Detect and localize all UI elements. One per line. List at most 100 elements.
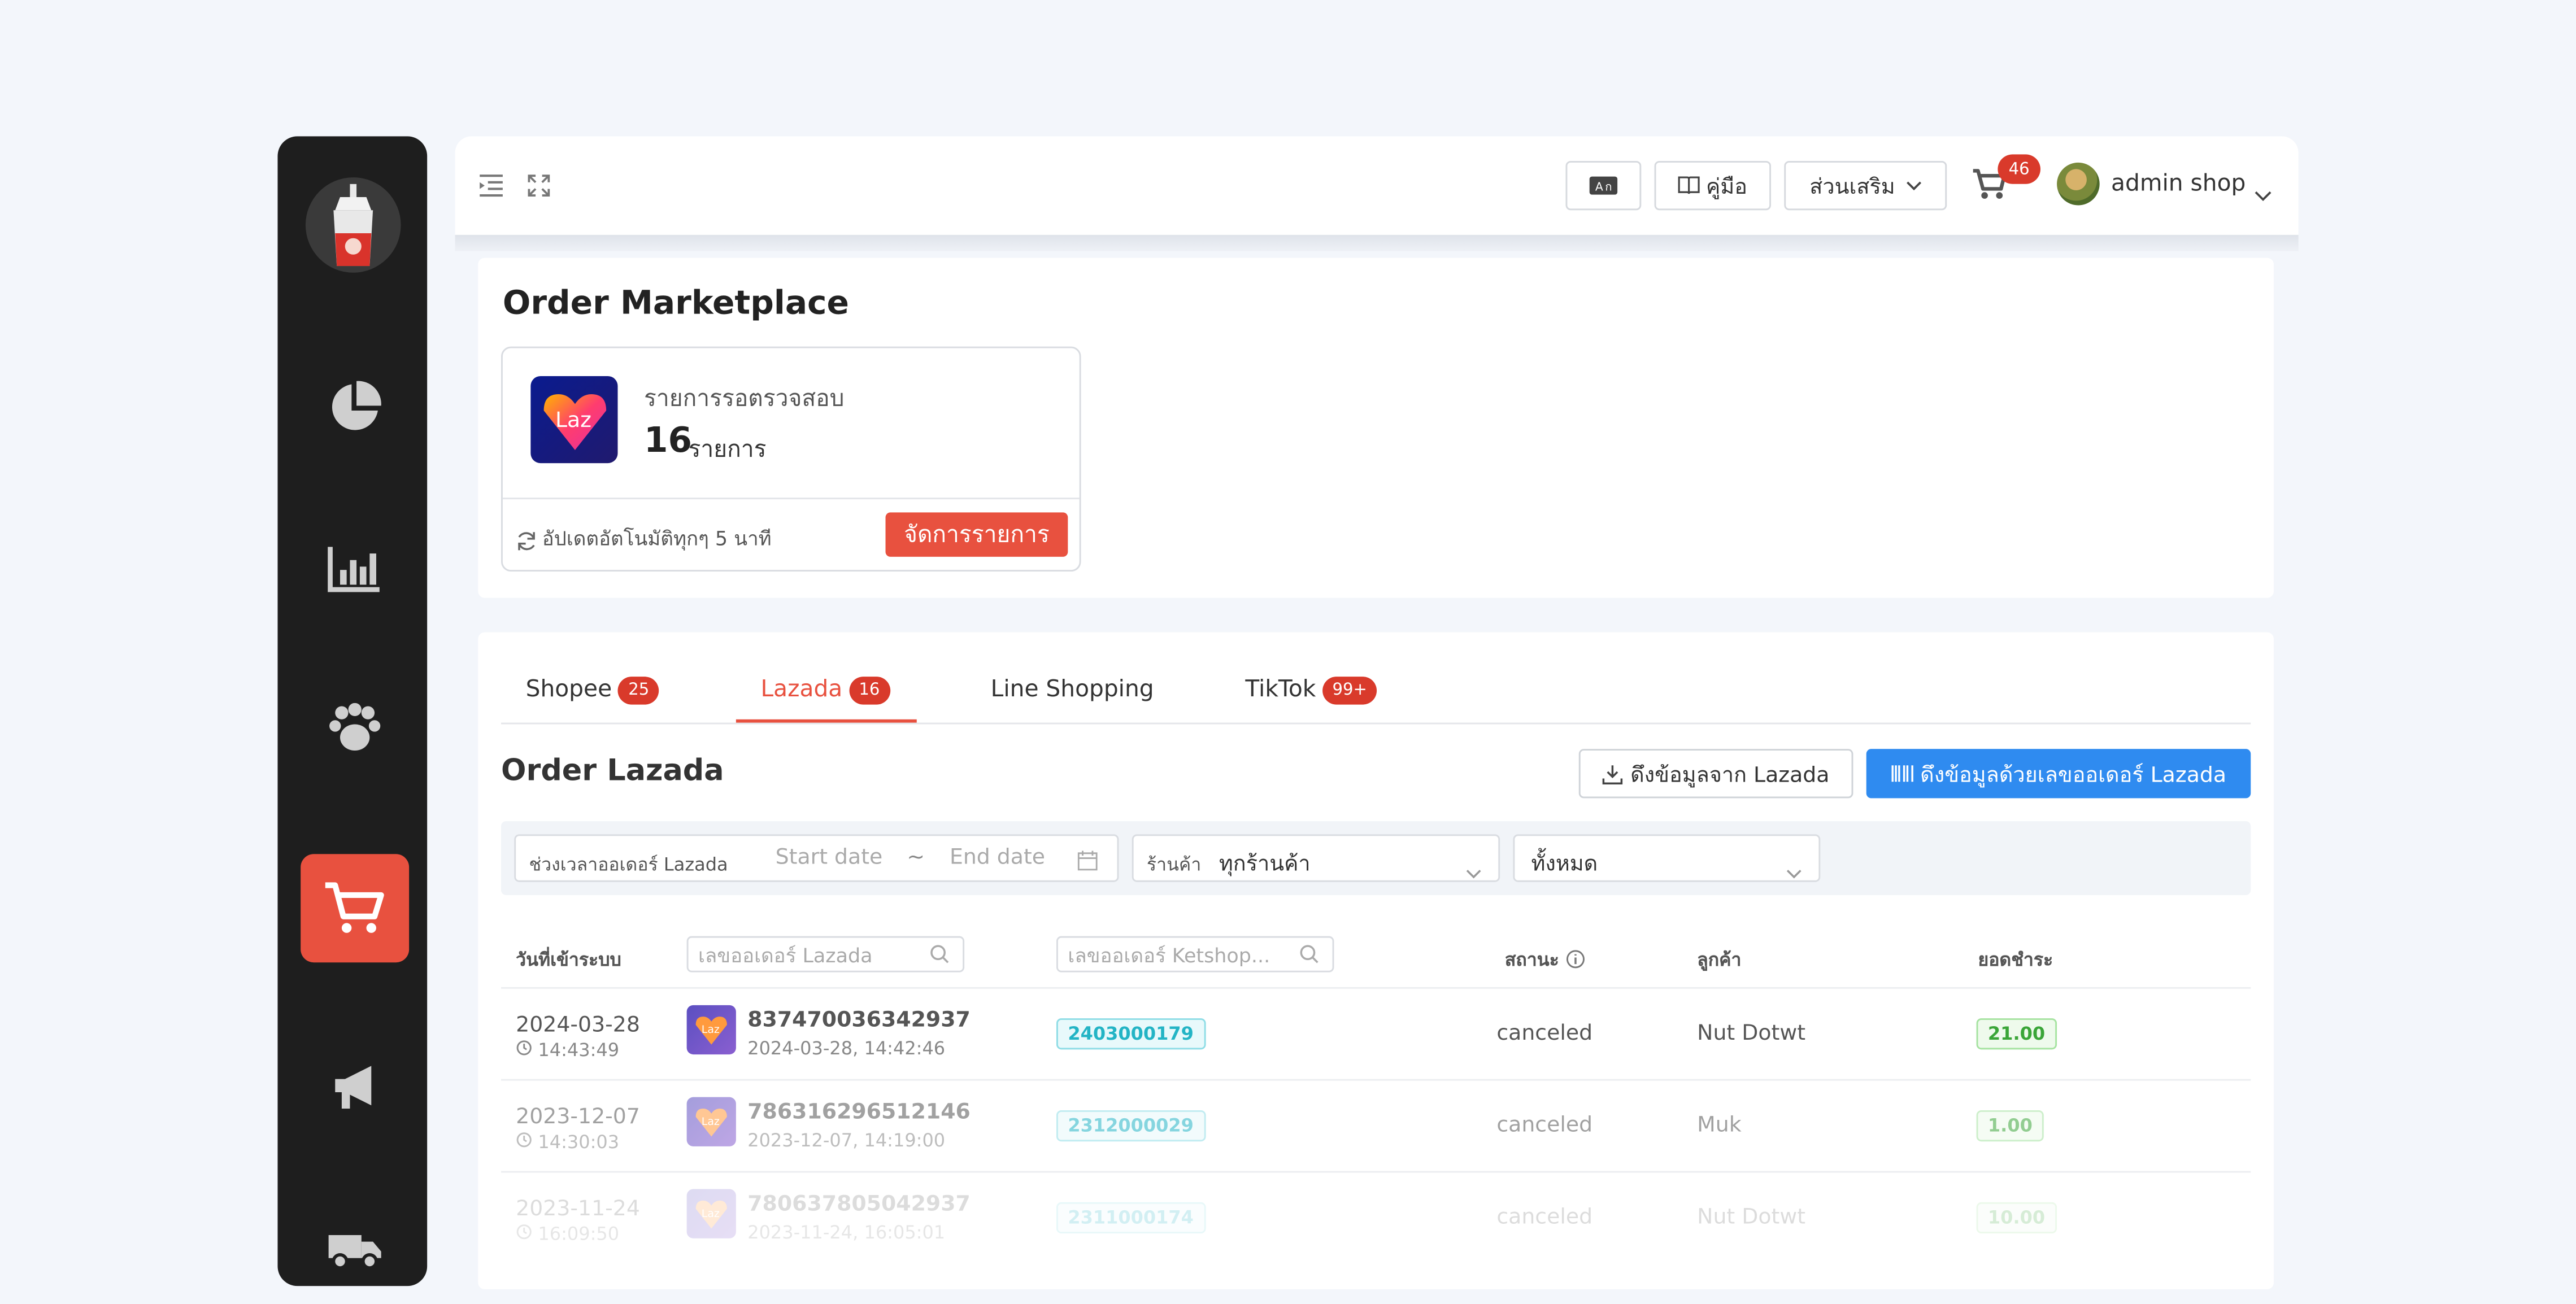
download-icon [1603,764,1624,784]
header-shadow [455,234,2299,251]
fetch-by-id-label: ดึงข้อมูลด้วยเลขออเดอร์ Lazada [1920,762,2227,788]
guide-label: คู่มือ [1706,175,1747,200]
row-order-number[interactable]: 786316296512146 [747,1100,971,1125]
lazada-logo: Laz [530,376,618,464]
user-name[interactable]: admin shop [2111,171,2246,197]
row-status: canceled [1496,1113,1593,1139]
svg-text:Laz: Laz [702,1207,720,1220]
row-ketshop-badge[interactable]: 2312000029 [1056,1110,1206,1142]
sidebar-item-shipping[interactable] [301,1196,409,1304]
start-date-input[interactable]: Start date [776,846,883,871]
col-date-header: วันที่เข้าระบบ [516,949,621,971]
tabs-divider [501,722,2251,725]
bar-chart-icon [328,547,380,592]
row-time: 16:09:50 [516,1224,619,1245]
menu-fold-icon[interactable] [478,172,504,203]
row-date: 2023-11-24 [516,1197,640,1222]
sidebar-item-dashboard[interactable] [301,353,409,461]
sidebar-item-marketing[interactable] [301,1033,409,1141]
sidebar-item-customers[interactable] [301,673,409,782]
ketshop-order-placeholder: เลขออเดอร์ Ketshop... [1068,944,1270,967]
section-title: Order Lazada [501,753,724,788]
sidebar [277,136,428,1286]
row-order-datetime: 2023-11-24, 16:05:01 [747,1222,946,1244]
row-divider [501,1079,2251,1081]
clock-icon [516,1224,532,1240]
chevron-down-icon [1786,854,1802,885]
row-status: canceled [1496,1205,1593,1231]
row-date: 2023-12-07 [516,1105,640,1130]
tab-lazada[interactable]: Lazada 16 [760,673,890,706]
manage-orders-button[interactable]: จัดการรายการ [885,512,1068,557]
clock-icon [516,1040,532,1056]
active-tab-indicator [736,719,917,723]
tab-line-shopping[interactable]: Line Shopping [991,673,1154,706]
refresh-icon [516,527,537,559]
tab-label: Shopee [525,677,612,703]
date-range-label: ช่วงเวลาออเดอร์ Lazada [529,854,728,876]
end-date-input[interactable]: End date [950,846,1045,871]
row-divider [501,1171,2251,1173]
col-customer-header: ลูกค้า [1697,949,1742,971]
tab-shopee[interactable]: Shopee 25 [526,673,659,706]
addons-dropdown[interactable]: ส่วนเสริม [1784,161,1947,211]
svg-text:A: A [1595,180,1603,193]
status-value: ทั้งหมด [1531,852,1598,877]
language-button[interactable]: Aก [1565,161,1642,211]
lazada-order-placeholder: เลขออเดอร์ Lazada [698,944,873,967]
sidebar-item-orders[interactable] [301,854,410,963]
ketshop-order-search-input[interactable]: เลขออเดอร์ Ketshop... [1056,936,1334,972]
row-order-datetime: 2023-12-07, 14:19:00 [747,1129,946,1152]
search-icon [1300,945,1319,963]
row-amount-badge: 10.00 [1976,1202,2057,1234]
col-status-header: สถานะ [1504,949,1559,971]
row-ketshop-badge[interactable]: 2403000179 [1056,1018,1206,1050]
user-chevron-down-icon[interactable] [2254,177,2272,208]
paw-icon [329,703,381,751]
fetch-lazada-button[interactable]: ดึงข้อมูลจาก Lazada [1578,749,1853,799]
chevron-down-icon [1905,181,1921,191]
date-separator: ~ [907,845,925,871]
pending-label: รายการรอตรวจสอบ [644,386,845,412]
row-order-number[interactable]: 837470036342937 [747,1009,971,1033]
row-ketshop-badge[interactable]: 2311000174 [1056,1202,1206,1234]
addons-label: ส่วนเสริม [1809,175,1895,200]
fullscreen-icon[interactable] [528,172,551,203]
svg-text:Laz: Laz [555,407,591,431]
megaphone-icon [335,1066,372,1109]
fetch-by-order-id-button[interactable]: ดึงข้อมูลด้วยเลขออเดอร์ Lazada [1866,749,2251,799]
shop-select[interactable]: ร้านค้า ทุกร้านค้า [1132,834,1500,882]
sauce-bottle-icon [333,184,373,267]
tab-badge: 16 [848,675,890,704]
row-amount-badge: 1.00 [1976,1110,2044,1142]
shop-value: ทุกร้านค้า [1219,852,1311,877]
shop-label: ร้านค้า [1146,854,1202,876]
lazada-order-search-input[interactable]: เลขออเดอร์ Lazada [686,936,965,972]
chevron-down-icon [1465,854,1482,885]
status-select[interactable]: ทั้งหมด [1513,834,1821,885]
tab-tiktok[interactable]: TikTok 99+ [1245,673,1377,706]
lazada-mini-logo: Laz [686,1189,736,1238]
page-title: Order Marketplace [502,282,849,322]
guide-button[interactable]: คู่มือ [1654,161,1772,211]
row-customer: Nut Dotwt [1697,1021,1806,1046]
cart-icon [325,882,384,933]
header-divider [501,987,2251,989]
row-order-datetime: 2024-03-28, 14:42:46 [747,1037,946,1059]
calendar-icon [1077,846,1098,877]
row-order-number[interactable]: 780637805042937 [747,1192,971,1217]
tab-badge: 99+ [1322,675,1377,704]
top-header [455,136,2299,235]
cart-count-badge: 46 [1998,154,2040,184]
sidebar-item-reports[interactable] [301,514,409,622]
tab-label: Line Shopping [990,677,1154,703]
row-customer: Nut Dotwt [1697,1205,1806,1231]
info-icon[interactable] [1566,944,1586,975]
translate-icon: Aก [1589,176,1618,195]
pending-count: 16 [644,420,693,460]
clock-icon [516,1132,532,1148]
avatar[interactable] [2057,162,2100,206]
shop-logo[interactable] [305,177,401,273]
date-range-picker[interactable]: ช่วงเวลาออเดอร์ Lazada Start date ~ End … [514,834,1119,882]
card-divider [502,498,1080,500]
